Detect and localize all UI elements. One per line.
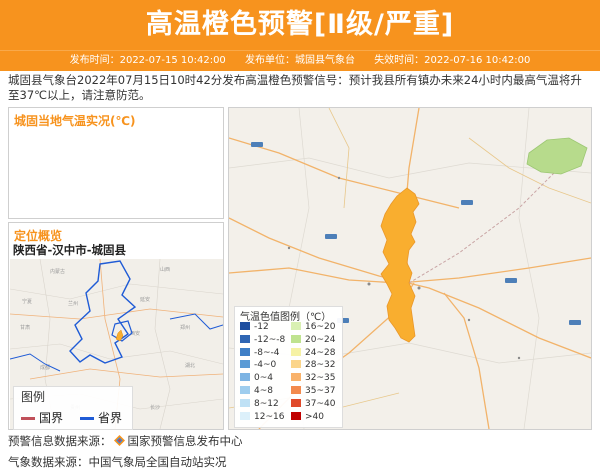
province-border-swatch xyxy=(80,417,94,420)
temp-legend-label: 24~28 xyxy=(305,347,336,358)
warning-source: 预警信息数据来源： 国家预警信息发布中心 xyxy=(8,433,243,449)
temp-legend-swatch xyxy=(291,334,301,343)
temp-legend-swatch xyxy=(291,322,301,330)
temp-legend-swatch xyxy=(291,386,301,394)
temp-legend-swatch xyxy=(240,373,250,382)
temp-legend-label: >40 xyxy=(305,411,324,422)
overview-legend-title: 图例 xyxy=(21,390,46,404)
temp-legend-item: 20~24 xyxy=(291,334,336,345)
temperature-panel: 城固当地气温实况(℃) xyxy=(8,107,224,219)
svg-text:长沙: 长沙 xyxy=(150,404,160,411)
temp-legend-item: 16~20 xyxy=(291,322,335,332)
temp-legend-label: 28~32 xyxy=(305,360,336,371)
temp-legend-label: 4~8 xyxy=(254,386,273,396)
overview-legend: 图例 国界 省界 xyxy=(13,386,133,430)
temp-legend-swatch xyxy=(240,347,250,356)
temp-legend-item: -4~0 xyxy=(240,360,276,370)
svg-text:湖北: 湖北 xyxy=(185,362,195,369)
svg-text:郑州: 郑州 xyxy=(180,324,190,331)
temp-legend-label: -12~-8 xyxy=(254,334,286,345)
warning-center-link[interactable]: 国家预警信息发布中心 xyxy=(128,434,243,448)
temp-legend-item: -12 xyxy=(240,322,269,332)
province-border-label: 省界 xyxy=(98,411,123,425)
temp-legend-item: 12~16 xyxy=(240,411,285,422)
temp-legend-swatch xyxy=(240,360,250,369)
location-path: 陕西省-汉中市-城固县 xyxy=(13,243,127,257)
svg-text:甘肃: 甘肃 xyxy=(20,324,30,331)
temp-legend-item: 32~35 xyxy=(291,373,335,383)
temperature-panel-title: 城固当地气温实况(℃) xyxy=(14,114,136,128)
temp-legend-item: 8~12 xyxy=(240,398,279,409)
temp-legend-swatch xyxy=(291,411,301,420)
temp-legend-label: 37~40 xyxy=(305,398,336,409)
temp-legend-label: 16~20 xyxy=(305,322,336,332)
warning-title-banner: 高温橙色预警[Ⅱ级/严重] xyxy=(0,0,600,50)
temp-legend-item: 0~4 xyxy=(240,373,273,383)
svg-text:兰州: 兰州 xyxy=(68,300,78,307)
temp-legend-swatch xyxy=(240,334,250,343)
temp-legend-item: 28~32 xyxy=(291,360,335,370)
issue-time: 发布时间：2022-07-15 10:42:00 xyxy=(69,55,226,66)
temp-legend-swatch xyxy=(240,398,250,407)
warning-source-label: 预警信息数据来源： xyxy=(8,434,112,448)
warning-meta-bar: 发布时间：2022-07-15 10:42:00 发布单位：城固县气象台 失效时… xyxy=(0,50,600,71)
temp-legend-item: 4~8 xyxy=(240,386,273,396)
temp-legend-item: 24~28 xyxy=(291,347,336,358)
temp-legend-label: 0~4 xyxy=(254,373,273,384)
warning-title: 高温橙色预警[Ⅱ级/严重] xyxy=(145,9,455,40)
national-border-swatch xyxy=(21,417,35,420)
temp-legend-item: 37~40 xyxy=(291,398,336,409)
temp-legend-label: -12 xyxy=(254,322,269,332)
temp-legend-item: >40 xyxy=(291,411,324,422)
temp-legend-swatch xyxy=(240,386,250,394)
warning-description: 城固县气象台2022年07月15日10时42分发布高温橙色预警信号：预计我县所有… xyxy=(8,73,582,102)
temp-legend-swatch xyxy=(291,398,301,407)
temp-legend-swatch xyxy=(240,322,250,330)
temp-legend-label: 20~24 xyxy=(305,334,336,345)
temp-legend-label: 12~16 xyxy=(254,411,285,422)
svg-text:成都: 成都 xyxy=(40,364,50,371)
temp-legend-swatch xyxy=(291,373,301,382)
svg-text:山西: 山西 xyxy=(160,266,170,273)
issuer: 发布单位：城固县气象台 xyxy=(245,55,355,66)
temp-legend-label: 8~12 xyxy=(254,398,279,409)
national-border-label: 国界 xyxy=(39,411,64,425)
temperature-color-legend: 气温色值图例（℃） -12 -12~-8 -8~-4 -4~0 0~4 4~8 8~12 12… xyxy=(234,306,343,428)
temp-legend-label: 35~37 xyxy=(305,386,336,396)
temp-legend-swatch xyxy=(240,411,250,420)
location-panel: 定位概览 陕西省-汉中市-城固县 内蒙古 山西 宁夏 兰州 延安 甘肃 西安 郑州 成都… xyxy=(8,222,224,430)
temp-legend-swatch xyxy=(291,347,301,356)
warning-center-logo-icon xyxy=(113,435,125,446)
temp-legend-item: -12~-8 xyxy=(240,334,286,345)
temperature-legend-title: 气温色值图例（℃） xyxy=(240,312,332,323)
temp-legend-item: 35~37 xyxy=(291,386,335,396)
temp-legend-swatch xyxy=(291,360,301,369)
temp-legend-label: -8~-4 xyxy=(254,347,280,358)
temp-legend-label: -4~0 xyxy=(254,360,277,371)
svg-text:内蒙古: 内蒙古 xyxy=(50,268,65,275)
expire-time: 失效时间：2022-07-16 10:42:00 xyxy=(374,55,531,66)
temp-legend-item: -8~-4 xyxy=(240,347,280,358)
weather-source: 气象数据来源：中国气象局全国自动站实况 xyxy=(8,455,227,469)
temp-legend-label: 32~35 xyxy=(305,373,336,384)
svg-text:宁夏: 宁夏 xyxy=(22,298,32,305)
main-map-panel: 气温色值图例（℃） -12 -12~-8 -8~-4 -4~0 0~4 4~8 8~12 12… xyxy=(228,107,592,430)
svg-text:延安: 延安 xyxy=(140,296,150,303)
